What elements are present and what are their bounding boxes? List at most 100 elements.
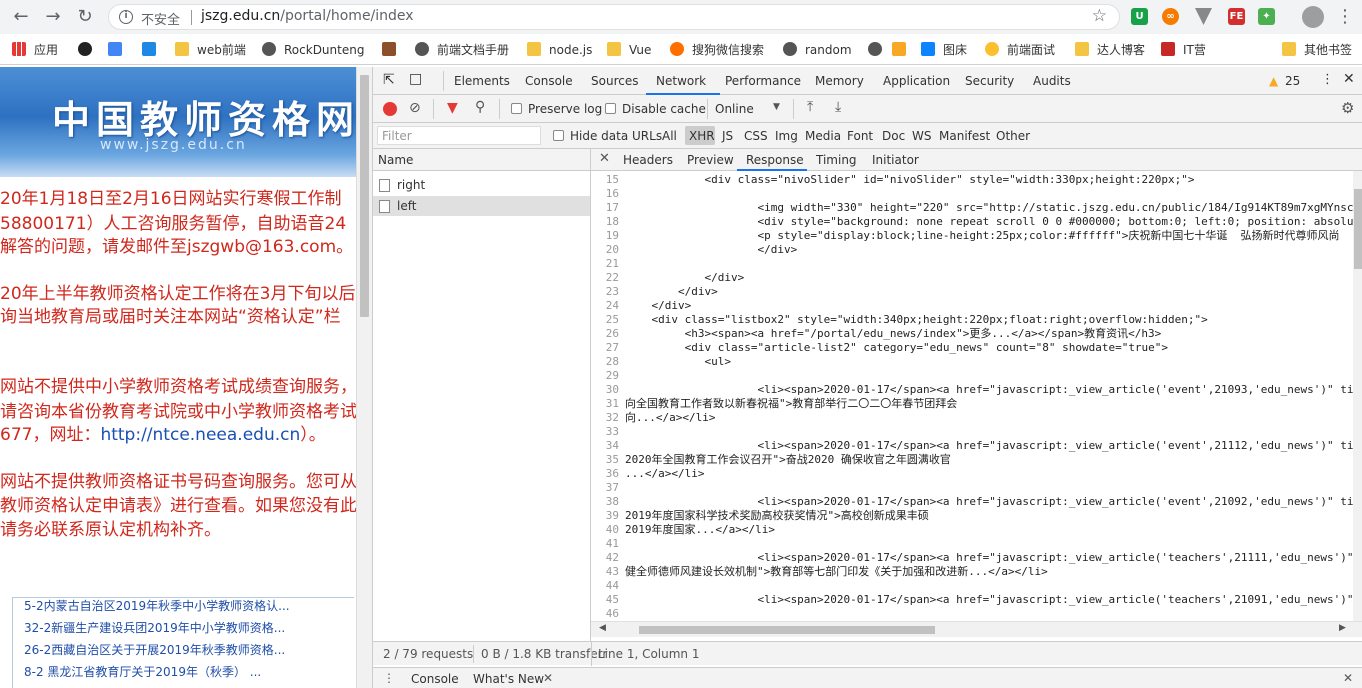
record-icon[interactable] [383,102,397,116]
bookmark-rockdunteng[interactable]: RockDunteng [262,40,364,60]
tab-initiator[interactable]: Initiator [872,153,919,167]
drawer-tab-whats-new[interactable]: What's New [473,672,544,686]
bookmark-translate[interactable] [108,40,130,60]
close-detail-icon[interactable]: ✕ [599,151,610,166]
more-menu-icon[interactable]: ⋮ [1334,6,1356,28]
bookmark-nodejs[interactable]: node.js [527,40,592,60]
avatar[interactable] [1302,6,1324,28]
scrollbar-thumb[interactable] [360,75,369,317]
code-horizontal-scrollbar[interactable]: ◀ ▶ [591,621,1362,637]
clear-icon[interactable]: ⊘ [409,100,421,116]
tab-audits[interactable]: Audits [1033,74,1071,88]
tab-application[interactable]: Application [883,74,950,88]
bookmark-random[interactable]: random [783,40,852,60]
device-toggle-icon[interactable]: □ [409,71,422,87]
request-row-right[interactable]: right [373,175,590,195]
news-item[interactable]: 32-2新疆生产建设兵团2019年中小学教师资格... [24,619,285,636]
disable-cache-checkbox[interactable]: Disable cache [605,102,706,116]
vue-extension-icon[interactable] [1195,8,1212,25]
forward-arrow-icon[interactable]: → [42,6,64,28]
bookmark-web-frontend[interactable]: web前端 [175,40,246,60]
scroll-right-icon[interactable]: ▶ [1339,623,1346,633]
tab-preview[interactable]: Preview [687,153,734,167]
filter-type-font[interactable]: Font [847,129,873,143]
news-item[interactable]: 5-2内蒙古自治区2019年秋季中小学教师资格认... [24,597,290,614]
info-icon[interactable]: i [119,10,133,24]
scrollbar-thumb[interactable] [639,626,935,634]
warning-icon[interactable]: ▲ [1269,74,1278,88]
response-code-view[interactable]: 15 <div class="nivoSlider" id="nivoSlide… [591,171,1353,623]
filter-type-doc[interactable]: Doc [882,129,905,143]
scrollbar-thumb[interactable] [1354,189,1362,269]
drawer-menu-icon[interactable]: ⋮ [383,671,395,685]
drawer-tab-console[interactable]: Console [411,672,459,686]
filter-input[interactable]: Filter [377,126,541,145]
bookmark-docs[interactable]: 前端文档手册 [415,40,509,60]
fe-extension-icon[interactable]: FE [1228,8,1245,25]
filter-funnel-icon[interactable]: ▼ [447,100,458,116]
tab-sources[interactable]: Sources [591,74,638,88]
close-drawer-icon[interactable]: ✕ [1343,671,1353,685]
tab-elements[interactable]: Elements [454,74,510,88]
filter-type-img[interactable]: Img [775,129,798,143]
warning-count[interactable]: 25 [1285,74,1300,88]
bookmark-star-icon[interactable]: ☆ [1092,6,1107,26]
address-bar[interactable]: i 不安全 jszg.edu.cn/portal/home/index ☆ [108,4,1120,30]
filter-type-ws[interactable]: WS [912,129,931,143]
color-extension-icon[interactable]: ✦ [1258,8,1275,25]
tab-memory[interactable]: Memory [815,74,864,88]
kebab-menu-icon[interactable]: ⋮ [1321,72,1334,87]
inspect-icon[interactable]: ⇱ [383,72,395,88]
back-arrow-icon[interactable]: ← [10,6,32,28]
filter-type-manifest[interactable]: Manifest [939,129,990,143]
scroll-left-icon[interactable]: ◀ [599,623,606,633]
infinity-extension-icon[interactable]: ∞ [1162,8,1179,25]
close-icon[interactable]: ✕ [543,671,553,685]
bookmark-github[interactable] [78,40,100,60]
code-line: 30 <li><span>2020-01-17</span><a href="j… [591,383,1353,397]
bookmark-interview[interactable]: 前端面试 [985,40,1055,60]
filter-type-js[interactable]: JS [722,129,733,143]
tab-console[interactable]: Console [525,74,573,88]
news-item[interactable]: 8-2 黑龙江省教育厅关于2019年（秋季） ... [24,663,261,680]
export-har-icon[interactable]: ⤓ [835,99,841,115]
tab-performance[interactable]: Performance [725,74,801,88]
tab-network[interactable]: Network [656,74,706,88]
close-devtools-icon[interactable]: ✕ [1343,71,1355,87]
settings-gear-icon[interactable]: ⚙ [1341,99,1354,117]
throttle-select[interactable]: Online ▼ [715,102,785,116]
url-text[interactable]: jszg.edu.cn/portal/home/index [201,8,414,24]
ntce-link[interactable]: http://ntce.neea.edu.cn [100,425,300,445]
bookmark-icon-only[interactable] [382,40,404,60]
bookmark-other[interactable]: 其他书签 [1282,40,1352,60]
bookmark-itying[interactable]: IT营 [1161,40,1206,60]
bookmark-sogou[interactable]: 搜狗微信搜索 [670,40,764,60]
bookmark-extension[interactable] [142,40,164,60]
page-scrollbar[interactable] [356,67,372,688]
preserve-log-checkbox[interactable]: Preserve log [511,102,602,116]
tab-headers[interactable]: Headers [623,153,673,167]
filter-type-xhr[interactable]: XHR [689,129,715,143]
tab-response[interactable]: Response [746,153,804,167]
import-har-icon[interactable]: ⤒ [807,99,813,115]
tab-timing[interactable]: Timing [816,153,857,167]
bookmark-blogs[interactable]: 达人博客 [1075,40,1145,60]
search-icon[interactable]: ⚲ [475,99,485,115]
shield-extension-icon[interactable]: U [1131,8,1148,25]
reload-icon[interactable]: ↻ [74,6,96,28]
bookmark-apps[interactable]: 应用 [12,40,58,60]
tab-security[interactable]: Security [965,74,1014,88]
filter-type-css[interactable]: CSS [744,129,768,143]
filter-type-other[interactable]: Other [996,129,1030,143]
hide-data-urls-checkbox[interactable]: Hide data URLs [553,129,662,143]
news-item[interactable]: 26-2西藏自治区关于开展2019年秋季教师资格... [24,641,285,658]
filter-type-media[interactable]: Media [805,129,841,143]
bookmark-hand[interactable] [892,40,914,60]
name-column-header[interactable]: Name [373,149,591,171]
bookmark-image-host[interactable]: 图床 [921,40,967,60]
bookmark-globe[interactable] [868,40,890,60]
bookmark-vue[interactable]: Vue [607,40,651,60]
request-row-left[interactable]: left [373,196,590,216]
code-vertical-scrollbar[interactable] [1353,171,1362,623]
filter-type-all[interactable]: All [662,129,677,143]
